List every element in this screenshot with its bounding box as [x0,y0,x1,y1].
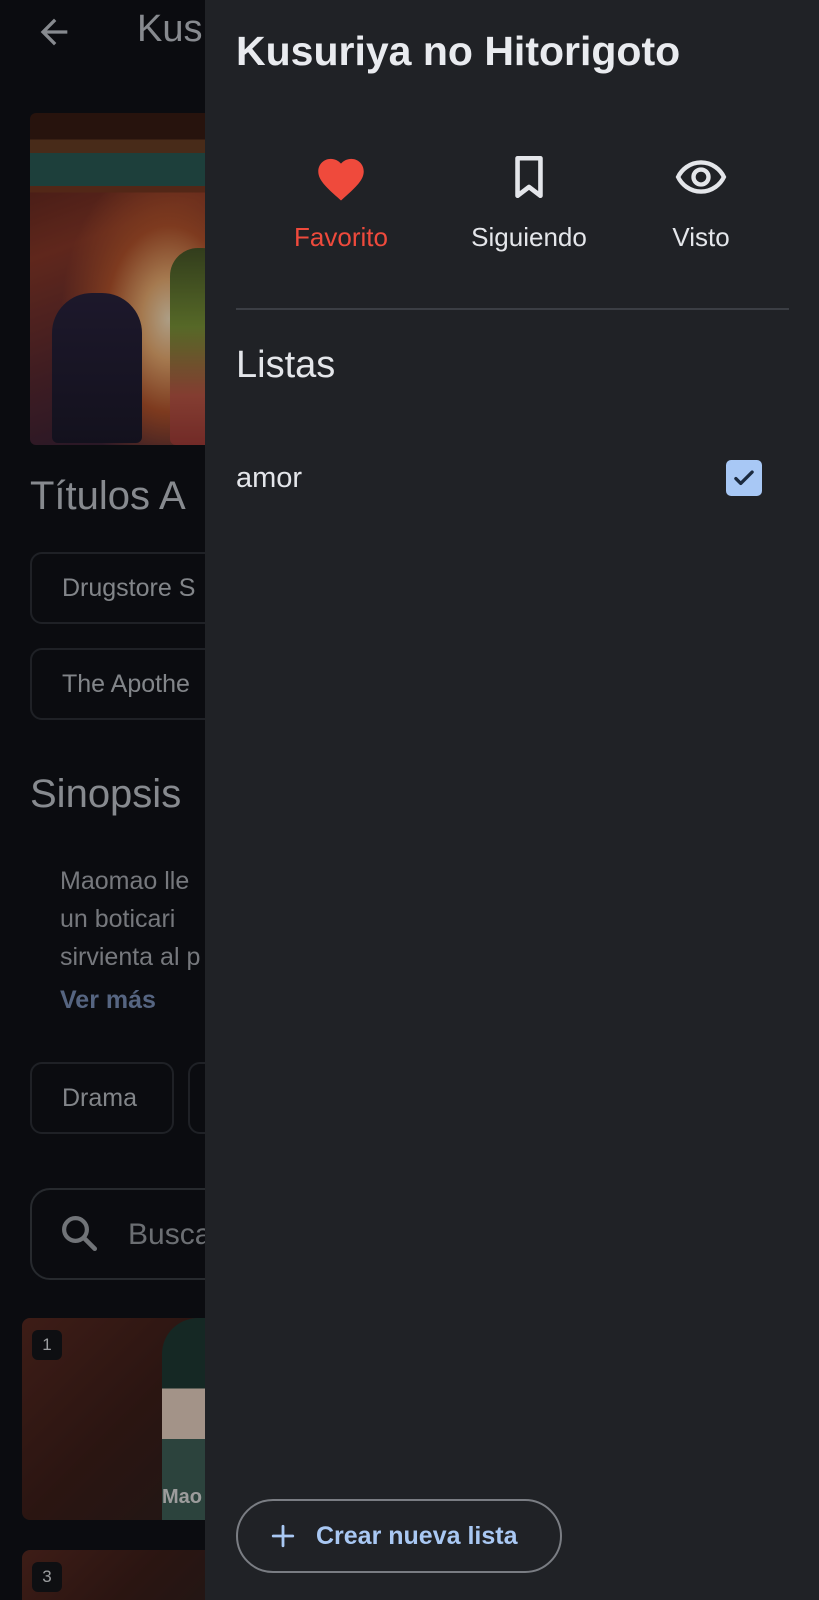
screen: Kus Títulos A Drugstore S The Apothe Sin… [0,0,819,1600]
watched-label: Visto [672,222,730,252]
list-item[interactable]: amor [236,452,766,504]
check-icon [734,470,754,486]
list-item-name: amor [236,462,303,494]
favorite-button[interactable]: Favorito [261,152,421,253]
create-list-label: Crear nueva lista [316,1521,518,1550]
bookmark-icon [515,155,543,199]
heart-icon [318,158,364,201]
watched-button[interactable]: Visto [621,152,781,253]
drawer-title: Kusuriya no Hitorigoto [236,28,681,74]
following-button[interactable]: Siguiendo [449,152,609,253]
list-checkbox[interactable] [726,460,762,496]
lists-heading: Listas [236,344,336,386]
create-list-button[interactable]: Crear nueva lista [236,1499,562,1573]
favorite-label: Favorito [294,222,388,252]
plus-icon [271,1524,295,1548]
side-drawer: Kusuriya no Hitorigoto Favorito Siguiend… [205,0,819,1600]
following-label: Siguiendo [471,222,587,252]
eye-icon [675,160,727,194]
divider [236,308,789,310]
